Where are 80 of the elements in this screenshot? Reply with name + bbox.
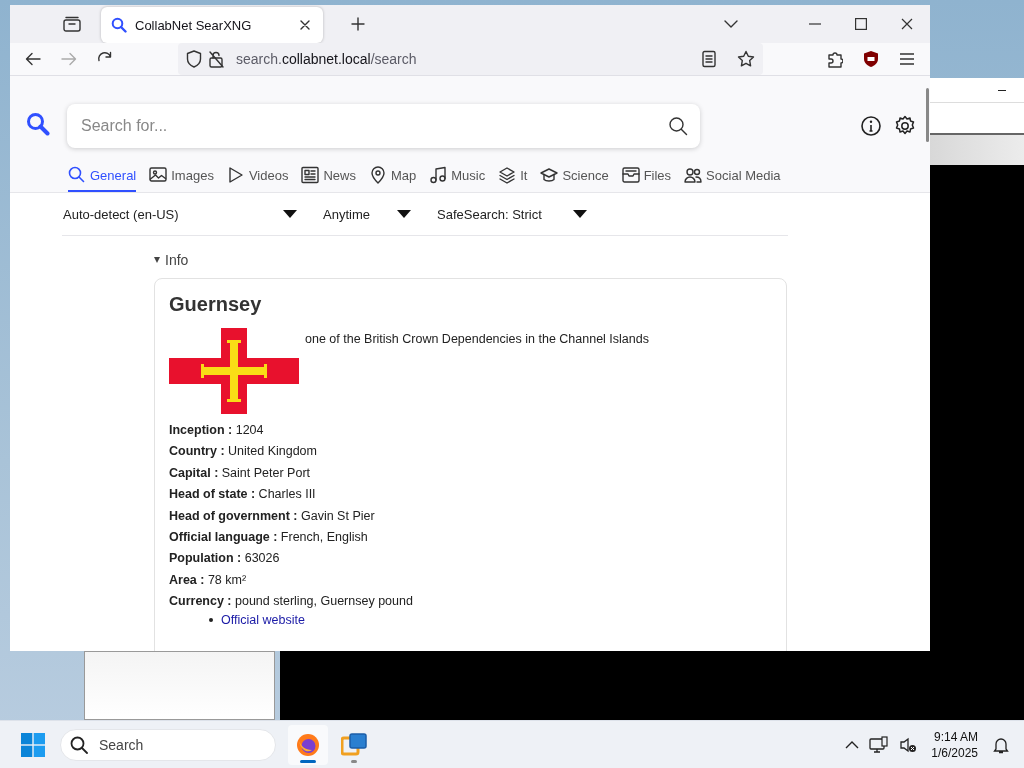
- search-logo-icon: [26, 112, 50, 136]
- category-tab[interactable]: It: [498, 162, 528, 192]
- search-field[interactable]: Search for...: [67, 104, 700, 148]
- search-icon: [70, 735, 88, 754]
- category-tab[interactable]: Videos: [226, 162, 289, 192]
- category-tab[interactable]: Map: [368, 162, 417, 192]
- speaker-muted-icon[interactable]: [899, 735, 918, 754]
- chevron-up-icon[interactable]: [845, 740, 860, 749]
- settings-icon[interactable]: [894, 115, 916, 137]
- infobox-attribute: Area : 78 km²: [169, 571, 248, 589]
- clock[interactable]: 9:14 AM 1/6/2025: [927, 728, 982, 761]
- caret-icon: [283, 210, 297, 218]
- disclosure-icon: [154, 257, 160, 263]
- image-icon: [149, 166, 168, 184]
- infobox-attribute: Inception : 1204: [169, 422, 265, 439]
- taskbar-app[interactable]: [288, 724, 328, 765]
- search-icon[interactable]: [668, 116, 688, 136]
- filter-dropdown[interactable]: SafeSearch: Strict: [436, 206, 588, 222]
- close-icon: [901, 18, 913, 30]
- close-icon: [300, 20, 310, 30]
- filter-dropdown[interactable]: Auto-detect (en-US): [62, 206, 298, 222]
- chevron-down-icon: [724, 20, 738, 28]
- url-text: search.collabnet.local/search: [236, 51, 417, 67]
- start-button[interactable]: [20, 731, 46, 758]
- infobox-attribute: Head of government : Gavin St Pier: [169, 507, 376, 525]
- filter-dropdown[interactable]: Anytime: [322, 206, 412, 222]
- newspaper-icon: [301, 166, 320, 184]
- plus-icon: [351, 17, 365, 31]
- lock-icon: [208, 50, 224, 68]
- map-pin-icon: [368, 166, 387, 184]
- shield-icon: [186, 50, 202, 68]
- layers-icon: [498, 166, 517, 184]
- info-toggle[interactable]: Info: [154, 252, 189, 268]
- infobox-description: one of the British Crown Dependencies in the Channel Islands: [305, 332, 649, 346]
- infobox-attribute: Head of state : Charles III: [169, 486, 317, 504]
- puzzle-icon: [827, 50, 843, 68]
- category-tab[interactable]: News: [301, 162, 356, 192]
- fox-browser-icon: [296, 732, 320, 757]
- dash-icon: [809, 23, 821, 25]
- link[interactable]: Official website: [221, 612, 305, 627]
- tab-title: CollabNet SearXNG: [135, 17, 253, 33]
- arrow-right-icon: [61, 52, 77, 66]
- scrollbar-thumb[interactable]: [926, 88, 929, 142]
- category-tab[interactable]: Social Media: [684, 162, 781, 192]
- archive-icon: [621, 166, 640, 184]
- star-icon[interactable]: [737, 50, 755, 68]
- hamburger-icon: [900, 53, 914, 65]
- reader-view-icon[interactable]: [701, 50, 717, 68]
- infobox-attribute: Country : United Kingdom: [169, 443, 318, 461]
- windows-logo-icon: [21, 732, 45, 757]
- category-tab[interactable]: General: [68, 162, 137, 192]
- shield-badge-icon: [863, 50, 879, 68]
- browser-tab[interactable]: CollabNet SearXNG: [101, 7, 323, 43]
- search-icon: [111, 17, 127, 33]
- category-tab[interactable]: Science: [540, 162, 609, 192]
- category-tab[interactable]: Music: [429, 162, 486, 192]
- infobox-attribute: Capital : Saint Peter Port: [169, 464, 312, 482]
- category-tab[interactable]: Files: [621, 162, 672, 192]
- people-icon: [684, 166, 703, 184]
- mortarboard-icon: [540, 166, 559, 184]
- square-icon: [855, 18, 867, 30]
- caret-icon: [573, 210, 587, 218]
- infobox-attribute: Population : 63026: [169, 550, 281, 568]
- taskbar-search-field[interactable]: Search: [60, 728, 276, 761]
- clock-date: 1/6/2025: [931, 744, 978, 761]
- address-bar[interactable]: search.collabnet.local/search: [178, 43, 763, 75]
- infobox-attribute: Official language : French, English: [169, 529, 369, 547]
- play-icon: [226, 166, 245, 184]
- infobox-title: Guernsey: [169, 293, 263, 316]
- music-note-icon: [429, 166, 448, 184]
- caret-icon: [397, 210, 411, 218]
- arrow-left-icon: [25, 52, 41, 66]
- network-icon[interactable]: [869, 735, 890, 754]
- bell-icon[interactable]: [992, 735, 1010, 754]
- clock-time: 9:14 AM: [933, 728, 978, 745]
- info-icon[interactable]: [860, 115, 882, 137]
- category-tab[interactable]: Images: [149, 162, 214, 192]
- search-icon: [68, 166, 86, 184]
- bullet-icon: [209, 617, 213, 622]
- infobox-attribute: Currency : pound sterling, Guernsey pound: [169, 593, 414, 611]
